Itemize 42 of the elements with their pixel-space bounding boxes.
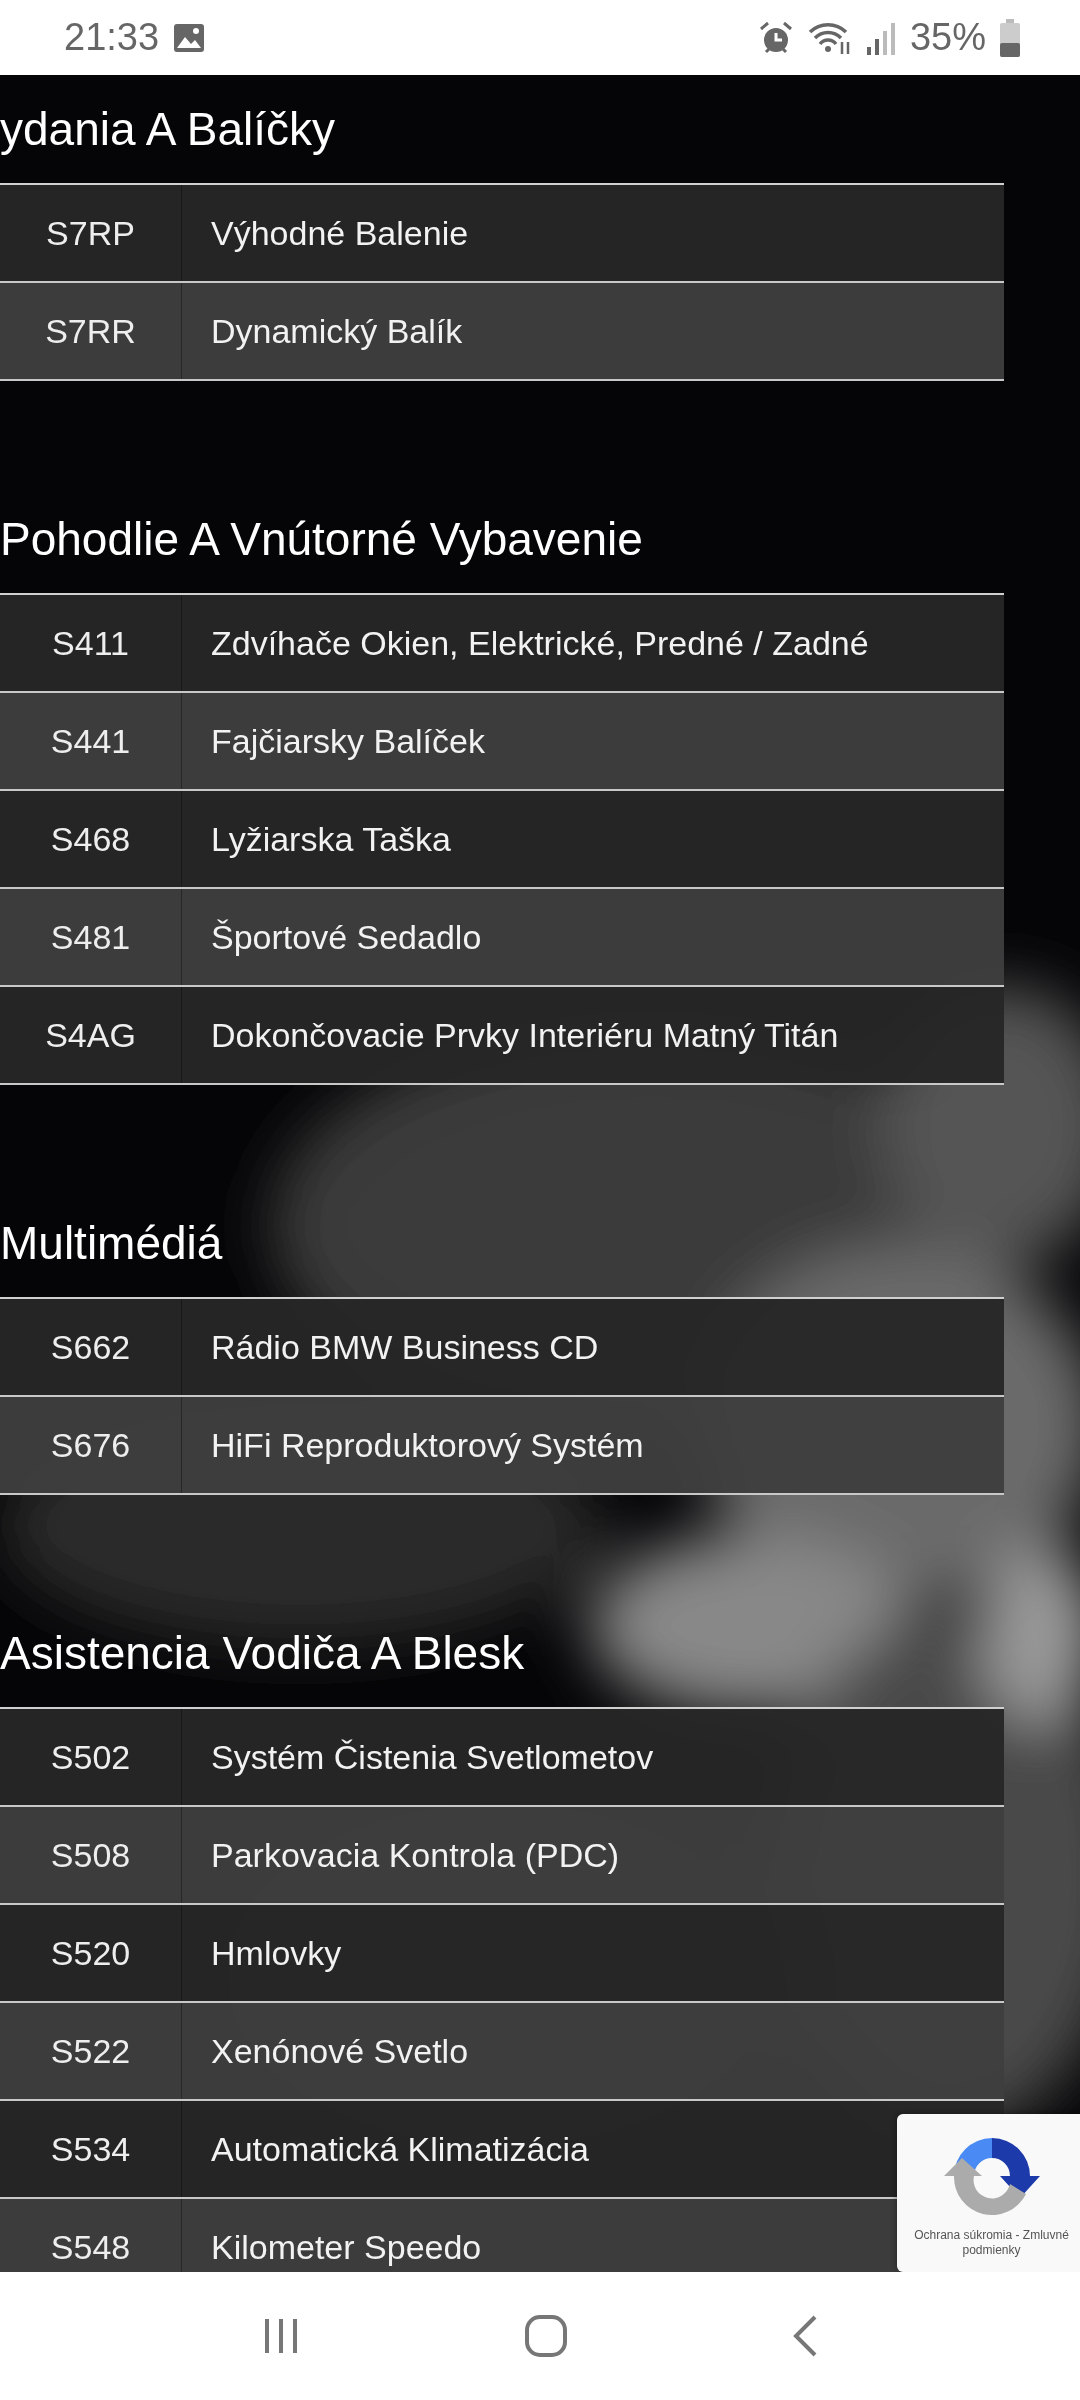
table-cell-text: Výhodné Balenie bbox=[211, 212, 469, 254]
table-cell-text: HiFi Reproduktorový Systém bbox=[211, 1424, 644, 1466]
table-cell: S441 bbox=[0, 693, 182, 789]
image-icon bbox=[173, 22, 206, 53]
table-cell-text: Parkovacia Kontrola (PDC) bbox=[211, 1834, 620, 1876]
table-cell-text: Zdvíhače Okien, Elektrické, Predné / Zadné bbox=[211, 622, 869, 664]
table-cell: S676 bbox=[0, 1397, 182, 1493]
table-cell-text: Dynamický Balík bbox=[211, 310, 463, 352]
table-cell-text: Xenónové Svetlo bbox=[211, 2030, 469, 2072]
privacy-terms-link[interactable]: Ochrana súkromia - Zmluvné podmienky bbox=[900, 2228, 1080, 2258]
section-heading: Pohodlie A Vnútorné Vybavenie bbox=[0, 512, 644, 567]
table-cell-text: Automatická Klimatizácia bbox=[211, 2128, 589, 2170]
table-cell: S508 bbox=[0, 1807, 182, 1903]
table-cell: S468 bbox=[0, 791, 182, 887]
table-cell-text: Lyžiarska Taška bbox=[211, 818, 451, 860]
table-cell: S7RR bbox=[0, 283, 182, 379]
table-cell-text: Fajčiarsky Balíček bbox=[211, 720, 485, 762]
table-cell: S4AG bbox=[0, 987, 182, 1083]
section-heading: ydania A Balíčky bbox=[0, 102, 336, 157]
table-cell: S662 bbox=[0, 1299, 182, 1395]
table-cell: S534 bbox=[0, 2101, 182, 2197]
table-cell: S411 bbox=[0, 595, 182, 691]
alarm-icon bbox=[757, 19, 794, 56]
table-cell: S481 bbox=[0, 889, 182, 985]
table-cell: S520 bbox=[0, 1905, 182, 2001]
table-cell: S7RP bbox=[0, 185, 182, 281]
table-cell-text: Športové Sedadlo bbox=[211, 916, 482, 958]
signal-icon bbox=[865, 20, 896, 55]
table-cell-text: Hmlovky bbox=[211, 1932, 342, 1974]
battery-icon bbox=[1000, 18, 1020, 57]
table-cell-text: Systém Čistenia Svetlometov bbox=[211, 1736, 654, 1778]
section-heading: Multimédiá bbox=[0, 1216, 224, 1271]
table-cell-text: Dokončovacie Prvky Interiéru Matný Titán bbox=[211, 1014, 839, 1056]
clock-time: 21:33 bbox=[64, 16, 160, 59]
section-heading: Asistencia Vodiča A Blesk bbox=[0, 1626, 526, 1681]
recaptcha-badge[interactable]: Ochrana súkromia - Zmluvné podmienky bbox=[897, 2114, 1080, 2272]
table-cell: S522 bbox=[0, 2003, 182, 2099]
battery-percent: 35% bbox=[909, 16, 986, 59]
table-cell-text: Rádio BMW Business CD bbox=[211, 1326, 599, 1368]
home-icon[interactable] bbox=[524, 2314, 568, 2358]
table-cell-text: Kilometer Speedo bbox=[211, 2226, 482, 2268]
table-cell: S502 bbox=[0, 1709, 182, 1805]
